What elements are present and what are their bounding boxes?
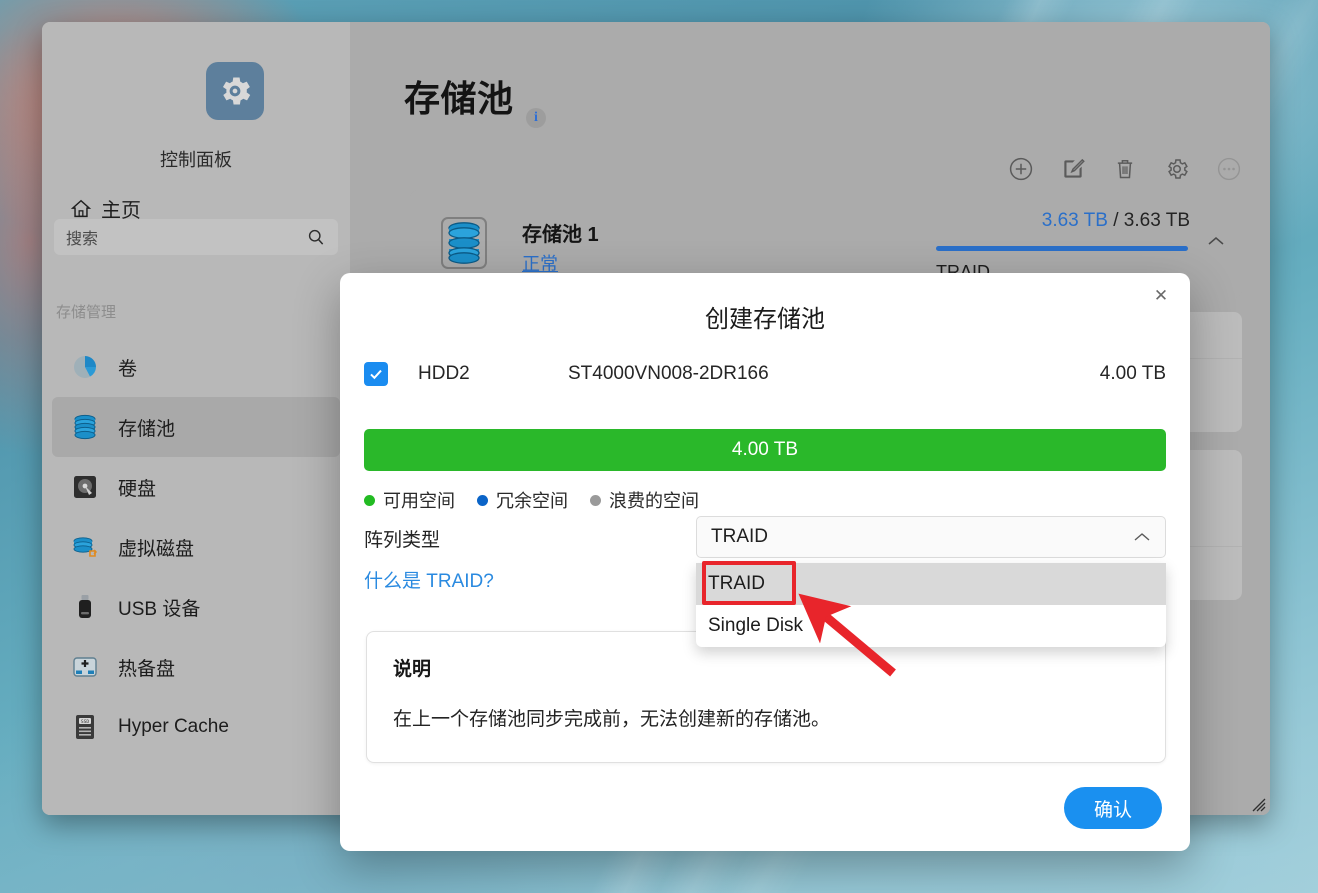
disk-name: HDD2: [418, 363, 470, 384]
checkmark-icon: [370, 369, 382, 380]
gear-icon: [222, 77, 251, 105]
pool-used: 3.63 TB: [1041, 210, 1108, 231]
add-button[interactable]: [1008, 156, 1034, 182]
sidebar-item-hot-spare[interactable]: 热备盘: [52, 637, 340, 697]
legend-dot: [364, 494, 375, 506]
sidebar: 控制面板 主页 搜索 存储管理 卷 存储池 硬盘 虚拟磁盘 USB 设备 热备盘…: [42, 22, 350, 815]
pool-name: 存储池 1: [522, 224, 599, 246]
dialog-close-button[interactable]: ✕: [1148, 283, 1174, 309]
pool-usage-bar: [936, 246, 1188, 251]
virtual-disk-icon: [73, 537, 98, 557]
settings-button[interactable]: [1164, 156, 1190, 182]
capacity-bar: 4.00 TB: [364, 429, 1166, 471]
dropdown-option-traid[interactable]: TRAID: [696, 563, 1166, 605]
search-placeholder: 搜索: [66, 231, 99, 248]
sidebar-item-label: 虚拟磁盘: [118, 538, 195, 560]
sidebar-item-label: 热备盘: [118, 658, 176, 680]
volume-pie-icon: [74, 356, 96, 378]
array-type-label: 阵列类型: [364, 530, 441, 551]
info-icon[interactable]: i: [526, 108, 546, 128]
pool-total: 3.63 TB: [1123, 210, 1190, 231]
confirm-button[interactable]: 确认: [1064, 787, 1162, 829]
sidebar-item-label: 卷: [118, 358, 138, 380]
edit-button[interactable]: [1060, 156, 1086, 182]
create-storage-pool-dialog: 创建存储池 ✕ HDD2 ST4000VN008-2DR166 4.00 TB …: [340, 273, 1190, 851]
delete-button[interactable]: [1112, 156, 1138, 182]
legend-label: 浪费的空间: [609, 491, 699, 511]
capacity-bar-label: 4.00 TB: [731, 439, 799, 460]
legend-label: 冗余空间: [496, 491, 568, 511]
usb-device-icon: [79, 595, 91, 618]
home-icon: [70, 199, 92, 217]
legend-item-redundant: 冗余空间: [477, 487, 568, 513]
legend-dot: [590, 494, 601, 506]
page-title: 存储池: [404, 78, 514, 119]
search-input[interactable]: 搜索: [54, 219, 338, 255]
close-icon: ✕: [1153, 286, 1169, 305]
legend-label: 可用空间: [383, 491, 455, 511]
disk-row[interactable]: HDD2 ST4000VN008-2DR166 4.00 TB: [364, 357, 1166, 391]
array-type-select[interactable]: TRAID: [696, 516, 1166, 558]
hot-spare-icon: [73, 657, 97, 677]
sidebar-item-storage-pool[interactable]: 存储池: [52, 397, 340, 457]
array-type-value: TRAID: [711, 526, 768, 547]
description-box: 说明 在上一个存储池同步完成前，无法创建新的存储池。: [366, 631, 1166, 763]
sidebar-item-virtual-disk[interactable]: 虚拟磁盘: [52, 517, 340, 577]
description-title: 说明: [393, 659, 432, 680]
sidebar-section-title: 存储管理: [56, 304, 117, 321]
more-button[interactable]: [1216, 156, 1242, 182]
control-panel-logo: [206, 62, 264, 120]
sidebar-item-hard-disk[interactable]: 硬盘: [52, 457, 340, 517]
capacity-legend: 可用空间 冗余空间 浪费的空间: [364, 487, 713, 513]
sidebar-item-label: 存储池: [118, 418, 176, 440]
sidebar-item-label: 硬盘: [118, 478, 157, 500]
what-is-traid-link[interactable]: 什么是 TRAID?: [364, 566, 494, 593]
storage-pool-icon: [74, 414, 96, 440]
chevron-up-icon[interactable]: [1206, 234, 1226, 248]
legend-item-wasted: 浪费的空间: [590, 487, 699, 513]
control-panel-label: 控制面板: [160, 150, 232, 170]
pool-capacity: 3.63 TB / 3.63 TB: [1042, 210, 1190, 232]
disk-model: ST4000VN008-2DR166: [568, 363, 769, 384]
search-icon[interactable]: [306, 227, 326, 247]
pool-capacity-separator: /: [1113, 210, 1119, 231]
disk-checkbox[interactable]: [364, 362, 388, 386]
page-toolbar: [1008, 156, 1242, 182]
hard-disk-icon: [74, 476, 96, 498]
dialog-title: 创建存储池: [705, 306, 825, 333]
legend-item-available: 可用空间: [364, 487, 455, 513]
disk-size: 4.00 TB: [1099, 363, 1166, 384]
sidebar-nav-list: 卷 存储池 硬盘 虚拟磁盘 USB 设备 热备盘 SSD Hyper Cache: [52, 337, 340, 757]
storage-pool-icon: [441, 217, 487, 269]
chevron-up-icon[interactable]: [1133, 531, 1151, 543]
sidebar-item-usb-device[interactable]: USB 设备: [52, 577, 340, 637]
description-text: 在上一个存储池同步完成前，无法创建新的存储池。: [393, 709, 831, 730]
array-type-dropdown: TRAID Single Disk: [696, 563, 1166, 647]
sidebar-item-volumes[interactable]: 卷: [52, 337, 340, 397]
resize-grip[interactable]: [1248, 794, 1266, 812]
sidebar-item-label: Hyper Cache: [118, 716, 229, 737]
dropdown-option-single-disk[interactable]: Single Disk: [696, 605, 1166, 647]
legend-dot: [477, 494, 488, 506]
sidebar-item-hyper-cache[interactable]: SSD Hyper Cache: [52, 697, 340, 757]
ssd-cache-icon: SSD: [76, 715, 94, 739]
svg-text:SSD: SSD: [81, 719, 90, 725]
sidebar-item-label: USB 设备: [118, 598, 201, 620]
